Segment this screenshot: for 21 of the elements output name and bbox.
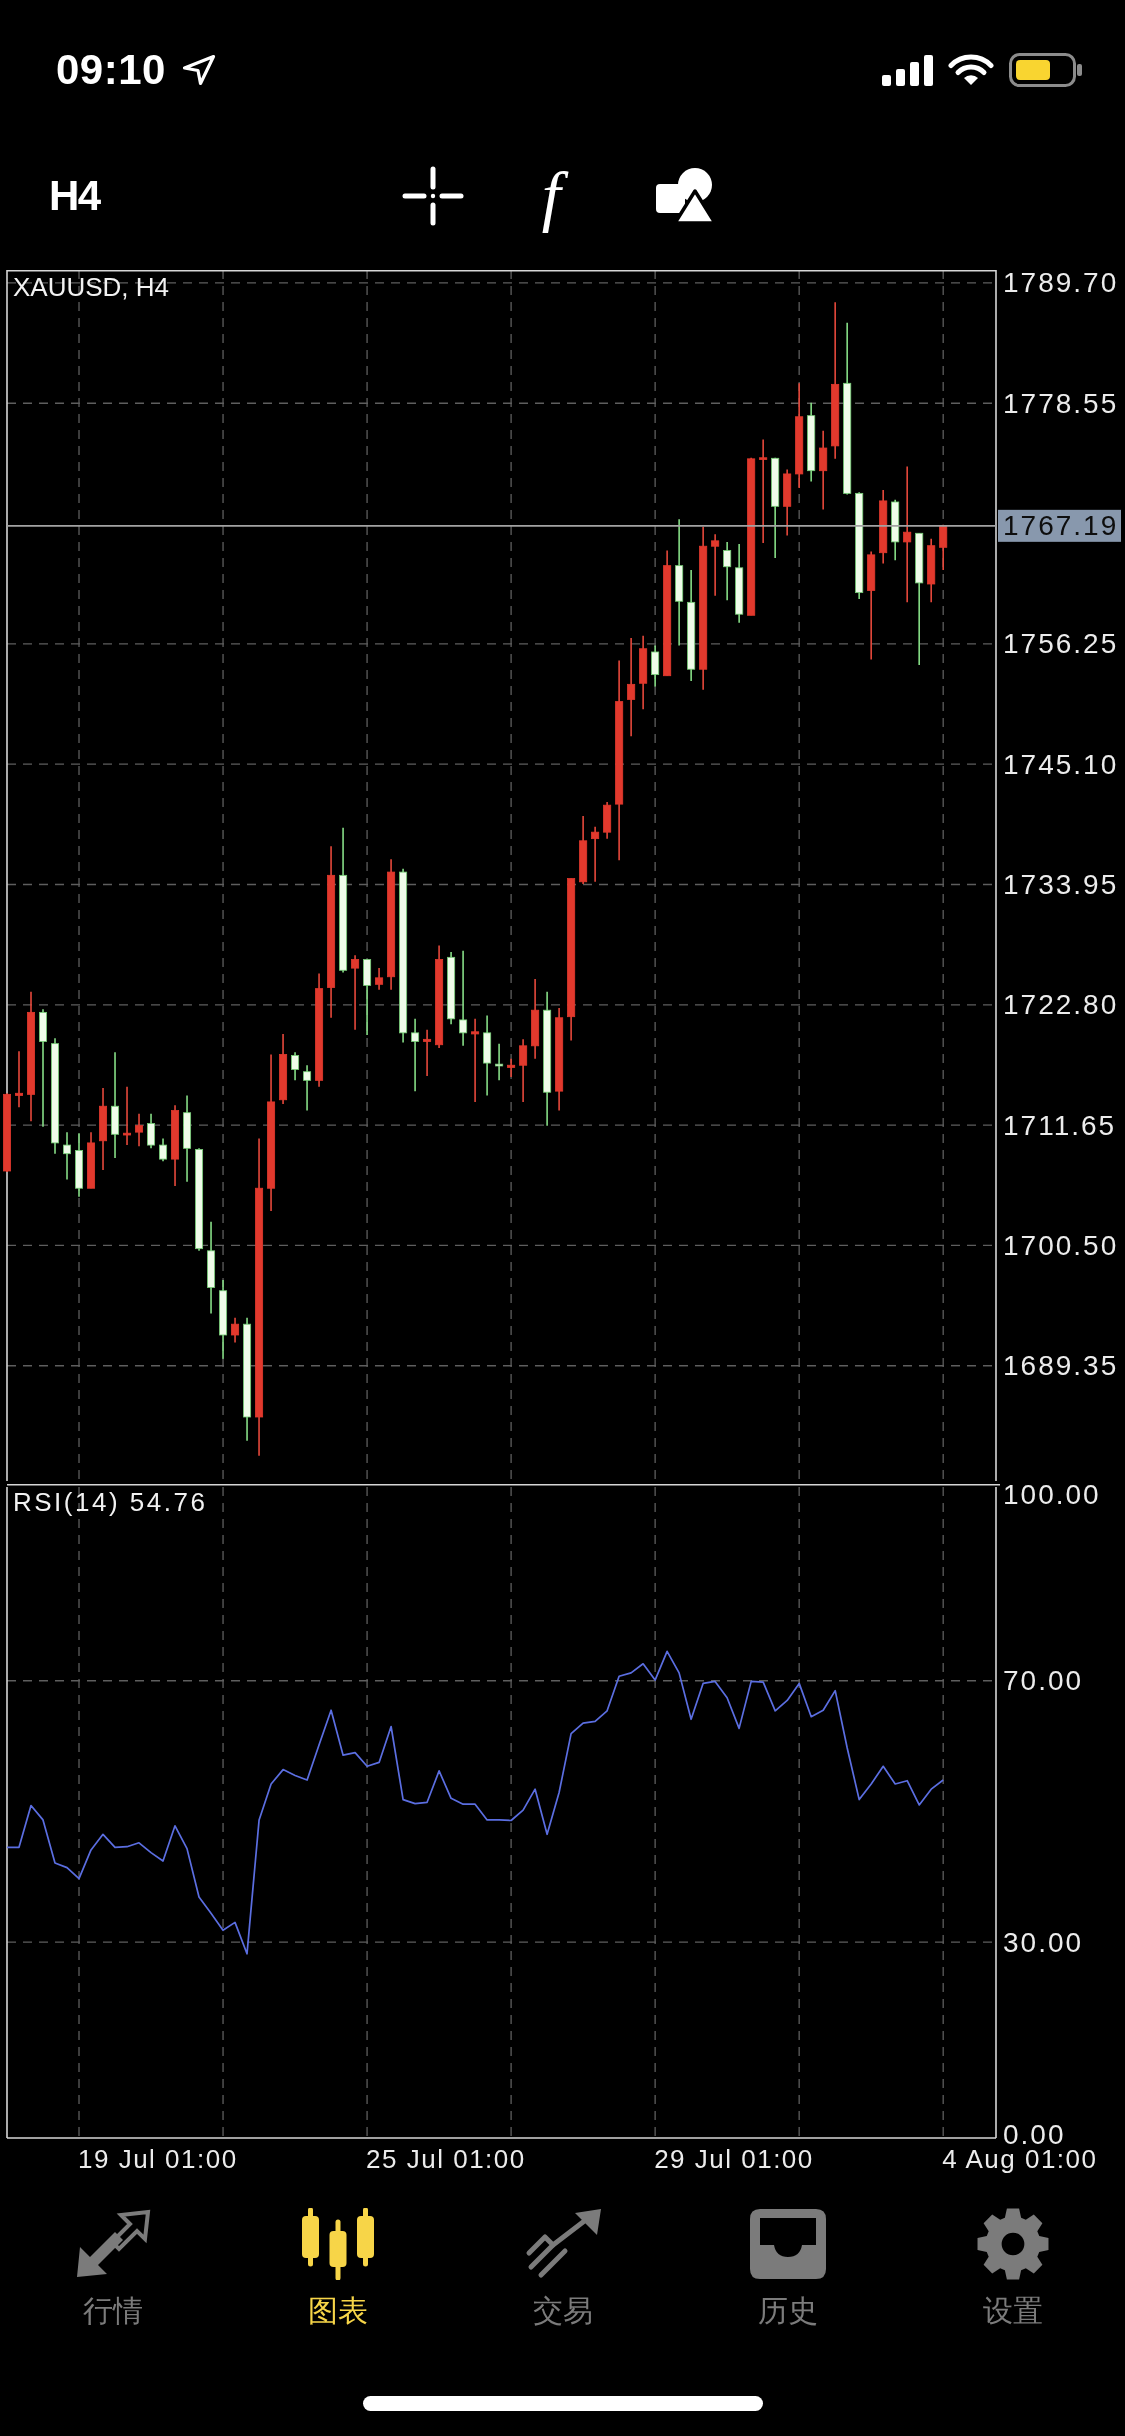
current-price-tag: 1767.19 [998, 509, 1121, 542]
price-axis-label: 1745.10 [1003, 748, 1119, 780]
time-axis-label: 19 Jul 01:00 [78, 2146, 238, 2174]
time-axis-label: 25 Jul 01:00 [366, 2146, 526, 2174]
rsi-axis-label: 30.00 [1003, 1926, 1084, 1958]
chart-symbol-label: XAUUSD, H4 [13, 272, 170, 302]
time-axis-label: 29 Jul 01:00 [654, 2146, 814, 2174]
time-axis-label: 4 Aug 01:00 [942, 2146, 1098, 2174]
indicator-label: RSI(14) 54.76 [13, 1486, 208, 1517]
price-axis-label: 1778.55 [1003, 387, 1119, 419]
rsi-axis-label: 0.00 [1003, 2118, 1066, 2146]
price-axis-label: 1733.95 [1003, 869, 1119, 900]
price-axis-label: 1722.80 [1003, 989, 1119, 1021]
price-axis-label: 1711.65 [1003, 1109, 1117, 1141]
rsi-axis-label: 70.00 [1003, 1665, 1084, 1697]
price-axis-label: 1756.25 [1003, 628, 1119, 660]
price-axis-label: 1700.50 [1003, 1229, 1119, 1261]
status-time: 09:10 [56, 49, 166, 91]
price-axis-label: 1689.35 [1003, 1350, 1119, 1382]
rsi-axis-label: 100.00 [1003, 1484, 1101, 1511]
price-axis-label: 1789.70 [1003, 270, 1119, 299]
